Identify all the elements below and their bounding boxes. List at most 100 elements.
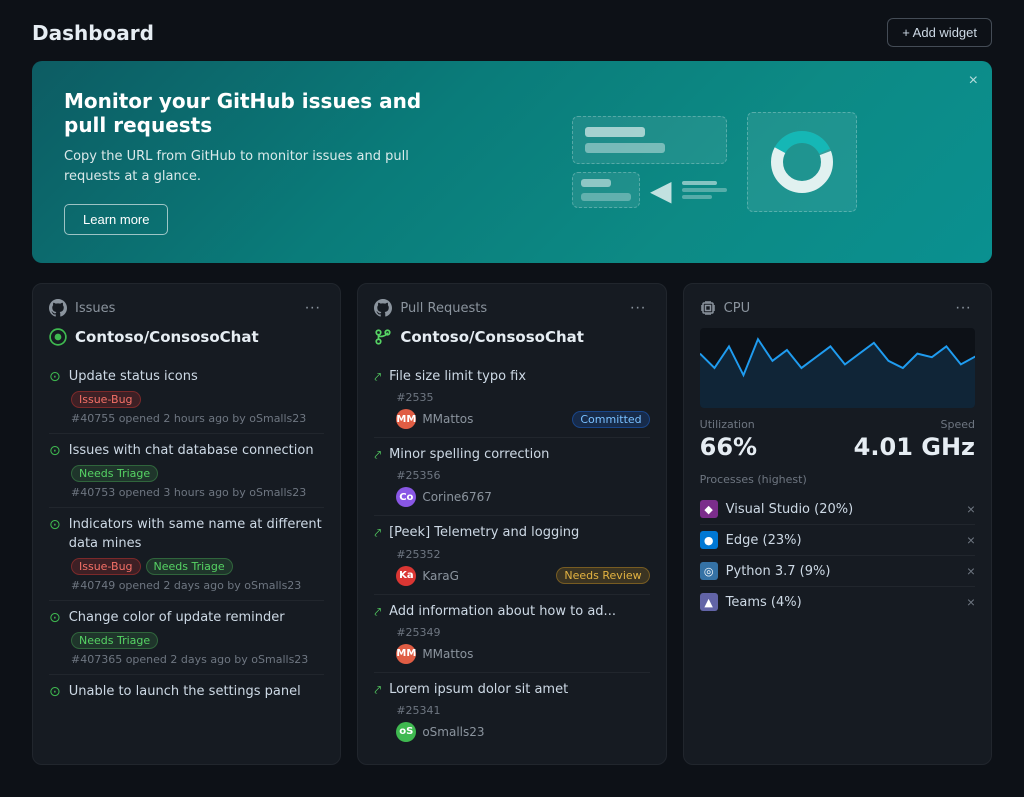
issue-tags: Issue-Bug [71,391,324,408]
pr-open-icon: ⤤ [374,683,381,698]
banner-illustration: ◀ [572,102,912,222]
pr-open-icon: ⤤ [374,526,381,541]
cpu-speed-stat: Speed 4.01 GHz [854,418,975,461]
tag-issue-bug: Issue-Bug [71,558,141,575]
process-close-button[interactable]: × [967,563,975,579]
issue-tags: Issue-BugNeeds Triage [71,558,324,575]
cpu-icon [700,300,716,316]
pr-item: ⤤ Minor spelling correction #25356 Co Co… [374,438,649,516]
pr-repo-icon [374,328,392,346]
banner-title: Monitor your GitHub issues and pull requ… [64,89,424,137]
illus-bar [581,193,631,201]
pr-widget: Pull Requests ··· Contoso/ConsosoChat ⤤ … [357,283,666,765]
pr-title: [Peek] Telemetry and logging [389,524,579,542]
pr-open-icon: ⤤ [374,448,381,463]
issue-open-icon: ⊙ [49,684,61,700]
pr-item: ⤤ Add information about how to ad... #25… [374,595,649,673]
illus-bar [581,179,611,187]
cpu-widget-menu-button[interactable]: ··· [951,298,975,318]
add-widget-button[interactable]: + Add widget [887,18,992,47]
page-title: Dashboard [32,21,154,45]
pr-number: #25341 [396,704,649,717]
pr-title: Minor spelling correction [389,446,549,464]
illus-line [682,195,712,199]
page-header: Dashboard + Add widget [0,0,1024,61]
issue-meta: #40755 opened 2 hours ago by oSmalls23 [71,412,324,425]
cpu-utilization-label: Utilization [700,418,757,431]
issue-item: ⊙ Issues with chat database connection N… [49,434,324,508]
pr-number: #25349 [396,626,649,639]
issue-tags: Needs Triage [71,465,324,482]
process-name: Edge (23%) [726,533,802,548]
process-icon: ◆ [700,500,718,518]
process-name: Visual Studio (20%) [726,502,854,517]
illus-bar [585,127,645,137]
process-icon: ● [700,531,718,549]
avatar: oS [396,722,416,742]
main-content: Monitor your GitHub issues and pull requ… [0,61,1024,797]
cpu-stats: Utilization 66% Speed 4.01 GHz [700,418,975,461]
pr-number: #25356 [396,469,649,482]
pr-list: ⤤ File size limit typo fix #2535 MM MMat… [374,360,649,750]
donut-chart-illus [767,127,837,197]
process-left: ◎ Python 3.7 (9%) [700,562,831,580]
arrow-icon: ◀ [650,174,672,207]
process-close-button[interactable]: × [967,501,975,517]
pr-repo-name: Contoso/ConsosoChat [400,328,584,346]
issues-list: ⊙ Update status icons Issue-Bug #40755 o… [49,360,324,714]
pr-widget-title-group: Pull Requests [374,299,487,317]
pr-username: MMattos [422,412,473,426]
process-item: ● Edge (23%) × [700,525,975,556]
cpu-utilization-stat: Utilization 66% [700,418,757,461]
process-item: ◆ Visual Studio (20%) × [700,494,975,525]
github-icon [374,299,392,317]
pr-title-row: ⤤ Add information about how to ad... [374,603,649,621]
pr-repo-title: Contoso/ConsosoChat [374,328,649,346]
avatar: MM [396,409,416,429]
pr-title-row: ⤤ [Peek] Telemetry and logging [374,524,649,542]
learn-more-button[interactable]: Learn more [64,204,168,235]
pr-user-row: Co Corine6767 [396,487,649,507]
badge-needs-review: Needs Review [556,567,649,584]
process-left: ◆ Visual Studio (20%) [700,500,854,518]
cpu-widget-title: CPU [724,301,750,316]
process-close-button[interactable]: × [967,532,975,548]
issue-title-row: ⊙ Indicators with same name at different… [49,516,324,552]
illus-lines [682,181,727,199]
issue-open-icon: ⊙ [49,443,61,459]
process-left: ▲ Teams (4%) [700,593,802,611]
pr-title-row: ⤤ Minor spelling correction [374,446,649,464]
banner-close-button[interactable]: × [969,73,978,89]
illus-bar-group-2 [572,172,640,208]
issue-title: Issues with chat database connection [69,442,314,460]
issue-title: Update status icons [69,368,198,386]
tag-needs-triage: Needs Triage [71,632,158,649]
cpu-chart [700,328,975,408]
pr-open-icon: ⤤ [374,605,381,620]
issue-meta: #40749 opened 2 days ago by oSmalls23 [71,579,324,592]
process-icon: ▲ [700,593,718,611]
issue-meta: #407365 opened 2 days ago by oSmalls23 [71,653,324,666]
pr-user: Co Corine6767 [396,487,492,507]
promo-banner: Monitor your GitHub issues and pull requ… [32,61,992,263]
pr-title-row: ⤤ File size limit typo fix [374,368,649,386]
pr-widget-menu-button[interactable]: ··· [626,298,650,318]
issue-meta: #40753 opened 3 hours ago by oSmalls23 [71,486,324,499]
illus-bar-group-1 [572,116,727,164]
process-close-button[interactable]: × [967,594,975,610]
issue-item: ⊙ Update status icons Issue-Bug #40755 o… [49,360,324,434]
pr-username: oSmalls23 [422,725,484,739]
cpu-utilization-value: 66% [700,433,757,461]
issue-item: ⊙ Indicators with same name at different… [49,508,324,600]
pr-user-row: MM MMattos Committed [396,409,649,429]
issue-title-row: ⊙ Update status icons [49,368,324,386]
cpu-chart-fill [700,339,975,408]
pr-item: ⤤ [Peek] Telemetry and logging #25352 Ka… [374,516,649,594]
tag-needs-triage: Needs Triage [71,465,158,482]
issues-widget-menu-button[interactable]: ··· [300,298,324,318]
pr-user-row: MM MMattos [396,644,649,664]
pr-item: ⤤ File size limit typo fix #2535 MM MMat… [374,360,649,438]
pr-username: KaraG [422,569,459,583]
issue-tags: Needs Triage [71,632,324,649]
banner-description: Copy the URL from GitHub to monitor issu… [64,147,424,186]
